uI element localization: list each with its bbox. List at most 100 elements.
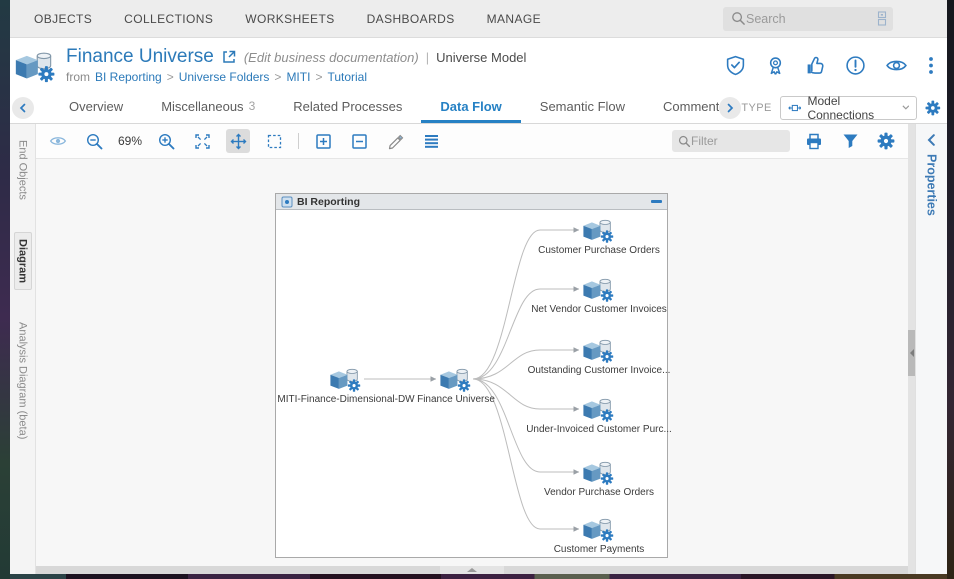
list-options-icon[interactable]: [419, 129, 443, 153]
filter-funnel-icon[interactable]: [838, 129, 862, 153]
tab-overview[interactable]: Overview: [50, 92, 142, 123]
node-label: Outstanding Customer Invoice...: [528, 365, 671, 376]
nav-item-worksheets[interactable]: WORKSHEETS: [245, 12, 334, 26]
watch-eye-icon[interactable]: [885, 55, 908, 76]
advanced-search-icon[interactable]: [877, 11, 887, 26]
tab-label: Related Processes: [293, 99, 402, 114]
model-node-icon: [582, 215, 616, 244]
tab-label: Semantic Flow: [540, 99, 625, 114]
node-child-5[interactable]: Customer Payments: [524, 514, 674, 555]
node-child-0[interactable]: Customer Purchase Orders: [524, 215, 674, 256]
filter-search-icon: [678, 135, 691, 148]
breadcrumb-item-miti[interactable]: MITI: [286, 70, 310, 84]
application-window: OBJECTS COLLECTIONS WORKSHEETS DASHBOARD…: [0, 0, 954, 579]
nav-item-manage[interactable]: MANAGE: [487, 12, 541, 26]
model-node-icon: [582, 457, 616, 486]
bottom-panel-bar: [36, 566, 908, 574]
chevron-down-icon: [902, 104, 910, 111]
side-tab-analysis-diagram[interactable]: Analysis Diagram (beta): [15, 316, 31, 445]
shield-check-icon[interactable]: [725, 55, 746, 76]
header-divider: |: [426, 50, 429, 65]
zoom-out-icon[interactable]: [82, 129, 106, 153]
fit-to-screen-icon[interactable]: [190, 129, 214, 153]
expand-properties-chevron-icon[interactable]: [926, 134, 938, 146]
thumbs-up-icon[interactable]: [805, 55, 826, 76]
nav-item-dashboards[interactable]: DASHBOARDS: [367, 12, 455, 26]
preview-eye-icon[interactable]: [46, 129, 70, 153]
diagram-canvas[interactable]: BI Reporting: [36, 158, 908, 566]
properties-panel-collapsed: Properties: [915, 124, 947, 574]
open-external-icon[interactable]: [221, 49, 237, 65]
tab-label: Data Flow: [440, 99, 501, 114]
object-header-text: Finance Universe (Edit business document…: [66, 46, 526, 84]
tab-comment[interactable]: Comment: [644, 92, 719, 123]
model-node-icon: [582, 274, 616, 303]
content-area: End Objects Diagram Analysis Diagram (be…: [10, 124, 947, 574]
universe-model-icon: [14, 46, 58, 84]
breadcrumb-item-tutorial[interactable]: Tutorial: [327, 70, 367, 84]
properties-expand-handle[interactable]: [908, 330, 915, 376]
type-label: TYPE: [741, 102, 771, 114]
print-icon[interactable]: [802, 129, 826, 153]
desktop-edge-right: [947, 0, 954, 579]
node-label: Customer Purchase Orders: [538, 245, 660, 256]
diagram-toolbar: 69%: [36, 124, 908, 158]
type-selector-group: TYPE Model Connections: [741, 96, 941, 120]
expand-all-icon[interactable]: [311, 129, 335, 153]
tabs-scroll-left-button[interactable]: [12, 97, 34, 119]
breadcrumb-separator: >: [315, 70, 322, 84]
model-node-icon: [329, 364, 363, 393]
marquee-select-icon[interactable]: [262, 129, 286, 153]
page-settings-gear-icon[interactable]: [925, 99, 941, 117]
edit-documentation-link[interactable]: (Edit business documentation): [244, 50, 419, 65]
tab-bar: Overview Miscellaneous3 Related Processe…: [10, 92, 947, 124]
node-child-1[interactable]: Net Vendor Customer Invoices: [524, 274, 674, 315]
bottom-panel-expand-handle[interactable]: [440, 566, 504, 574]
certification-award-icon[interactable]: [765, 55, 786, 76]
diagram-settings-gear-icon[interactable]: [874, 129, 898, 153]
node-hub[interactable]: Finance Universe: [386, 364, 526, 405]
nav-item-collections[interactable]: COLLECTIONS: [124, 12, 213, 26]
breadcrumb-separator: >: [167, 70, 174, 84]
tab-badge: 3: [249, 99, 256, 113]
zoom-in-icon[interactable]: [154, 129, 178, 153]
breadcrumb-item-universe-folders[interactable]: Universe Folders: [179, 70, 270, 84]
filter-box[interactable]: [672, 130, 790, 152]
chevron-left-icon: [910, 349, 914, 357]
main-panel: 69%: [36, 124, 908, 574]
annotate-pen-icon[interactable]: [383, 129, 407, 153]
tabs: Overview Miscellaneous3 Related Processe…: [50, 92, 719, 123]
alert-circle-icon[interactable]: [845, 55, 866, 76]
model-group-bi-reporting: BI Reporting: [275, 193, 668, 558]
tab-miscellaneous[interactable]: Miscellaneous3: [142, 92, 274, 123]
model-node-icon: [582, 394, 616, 423]
tabs-scroll-right-button[interactable]: [719, 97, 741, 119]
properties-panel-tab[interactable]: Properties: [925, 154, 939, 216]
tab-related-processes[interactable]: Related Processes: [274, 92, 421, 123]
side-tab-diagram[interactable]: Diagram: [14, 232, 32, 290]
node-label: Net Vendor Customer Invoices: [531, 304, 667, 315]
tab-semantic-flow[interactable]: Semantic Flow: [521, 92, 644, 123]
toolbar-divider: [298, 133, 299, 149]
node-child-4[interactable]: Vendor Purchase Orders: [524, 457, 674, 498]
filter-input[interactable]: [691, 134, 784, 148]
side-tab-end-objects[interactable]: End Objects: [15, 134, 31, 206]
nav-item-objects[interactable]: OBJECTS: [34, 12, 92, 26]
collapse-all-icon[interactable]: [347, 129, 371, 153]
global-search-input[interactable]: [746, 12, 877, 26]
pan-mode-icon[interactable]: [226, 129, 250, 153]
node-child-3[interactable]: Under-Invoiced Customer Purc...: [524, 394, 674, 435]
zoom-level-value: 69%: [118, 134, 142, 148]
type-select[interactable]: Model Connections: [780, 96, 918, 120]
node-label: Finance Universe: [417, 394, 495, 405]
global-search-box[interactable]: [723, 7, 893, 31]
model-connections-icon: [788, 102, 802, 114]
node-child-2[interactable]: Outstanding Customer Invoice...: [524, 335, 674, 376]
desktop-edge-bottom: [10, 574, 947, 579]
desktop-edge-left: [0, 0, 10, 579]
model-node-icon: [582, 514, 616, 543]
top-nav-bar: OBJECTS COLLECTIONS WORKSHEETS DASHBOARD…: [10, 0, 947, 38]
breadcrumb-item-bi-reporting[interactable]: BI Reporting: [95, 70, 162, 84]
more-menu-kebab-icon[interactable]: [927, 55, 935, 76]
tab-data-flow[interactable]: Data Flow: [421, 92, 520, 123]
